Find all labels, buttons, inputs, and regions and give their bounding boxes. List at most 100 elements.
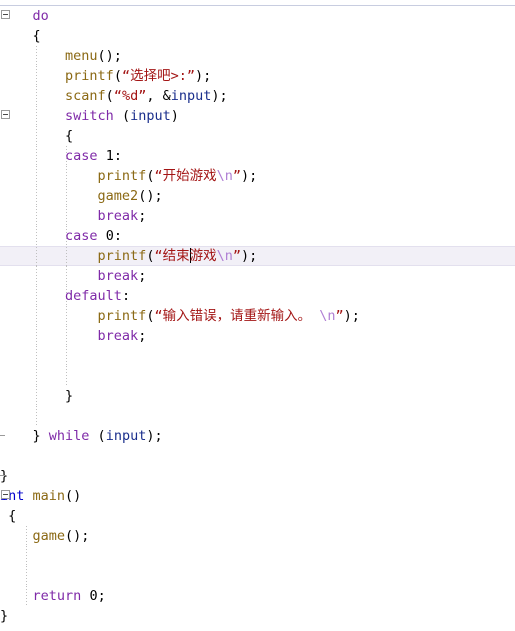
- code-token: }: [0, 388, 74, 404]
- code-line-text: default:: [0, 286, 130, 306]
- code-token: case: [65, 148, 98, 164]
- code-token: input: [170, 88, 212, 104]
- code-line-text: game();: [0, 526, 90, 546]
- fold-end-tick-icon: [0, 475, 5, 476]
- code-line-text: printf(“输入错误，请重新输入。 \n”);: [0, 306, 360, 326]
- code-token: ;: [97, 588, 106, 604]
- code-line[interactable]: {: [0, 26, 515, 46]
- code-token: return: [32, 588, 82, 604]
- code-token: );: [241, 168, 258, 184]
- code-line[interactable]: printf(“结束游戏\n”);: [0, 246, 515, 267]
- code-token: {: [0, 128, 74, 144]
- fold-collapse-icon[interactable]: [1, 110, 10, 119]
- code-token: (: [113, 108, 131, 124]
- code-line[interactable]: printf(“开始游戏\n”);: [0, 166, 515, 186]
- code-editor[interactable]: do { menu(); printf(“选择吧>:”); scanf(“%d”…: [0, 0, 515, 631]
- code-token: ”: [232, 168, 242, 184]
- code-line[interactable]: game();: [0, 526, 515, 546]
- code-token: printf: [97, 308, 147, 324]
- code-line[interactable]: break;: [0, 266, 515, 286]
- code-line[interactable]: {: [0, 126, 515, 146]
- code-line-text: {: [0, 506, 16, 526]
- code-token: (): [65, 488, 82, 504]
- code-token: }: [0, 428, 49, 444]
- code-line[interactable]: [0, 566, 515, 586]
- code-line[interactable]: scanf(“%d”, &input);: [0, 86, 515, 106]
- code-token: break: [97, 268, 139, 284]
- code-token: {: [0, 508, 17, 524]
- code-token: ();: [97, 48, 122, 64]
- indent-guide: [26, 546, 27, 566]
- code-line[interactable]: game2();: [0, 186, 515, 206]
- indent-guide: [36, 346, 37, 366]
- code-text-area[interactable]: do { menu(); printf(“选择吧>:”); scanf(“%d”…: [0, 6, 515, 631]
- code-line[interactable]: [0, 546, 515, 566]
- code-line[interactable]: }: [0, 606, 515, 626]
- code-line[interactable]: }: [0, 466, 515, 486]
- code-token: “结束: [154, 248, 190, 264]
- code-line[interactable]: return 0;: [0, 586, 515, 606]
- code-line[interactable]: } while (input);: [0, 426, 515, 446]
- code-token: :: [121, 288, 131, 304]
- code-token: ”: [232, 248, 242, 264]
- code-line[interactable]: case 0:: [0, 226, 515, 246]
- code-line-text: }: [0, 466, 8, 486]
- code-line[interactable]: int main(): [0, 486, 515, 506]
- code-line[interactable]: [0, 346, 515, 366]
- code-line[interactable]: break;: [0, 326, 515, 346]
- code-line[interactable]: case 1:: [0, 146, 515, 166]
- code-token: \n: [216, 248, 233, 264]
- code-token: ”: [335, 308, 344, 324]
- code-line[interactable]: menu();: [0, 46, 515, 66]
- code-token: (: [113, 68, 122, 84]
- code-line-text: break;: [0, 326, 147, 346]
- code-token: :: [113, 228, 122, 244]
- code-token: :: [113, 148, 122, 164]
- code-token: 0: [105, 228, 114, 244]
- code-line[interactable]: switch (input): [0, 106, 515, 126]
- code-line[interactable]: }: [0, 386, 515, 406]
- code-token: ): [170, 108, 179, 124]
- code-line[interactable]: [0, 446, 515, 466]
- code-line-text: }: [0, 386, 73, 406]
- code-line[interactable]: printf(“选择吧>:”);: [0, 66, 515, 86]
- code-token: scanf: [65, 88, 106, 104]
- indent-guide: [66, 346, 67, 366]
- code-line[interactable]: printf(“输入错误，请重新输入。 \n”);: [0, 306, 515, 326]
- code-token: switch: [65, 108, 114, 124]
- code-token: while: [48, 428, 90, 444]
- code-token: break: [97, 328, 139, 344]
- code-line-text: printf(“结束游戏\n”);: [0, 246, 257, 266]
- indent-guide: [36, 406, 37, 426]
- code-line[interactable]: do: [0, 6, 515, 26]
- code-line[interactable]: default:: [0, 286, 515, 306]
- code-token: input: [105, 428, 147, 444]
- code-line[interactable]: [0, 366, 515, 386]
- code-token: printf: [97, 248, 147, 264]
- code-line-text: game2();: [0, 186, 163, 206]
- code-line[interactable]: break;: [0, 206, 515, 226]
- code-token: }: [0, 608, 9, 624]
- code-token: input: [130, 108, 171, 124]
- fold-collapse-icon[interactable]: [1, 10, 10, 19]
- code-line[interactable]: {: [0, 506, 515, 526]
- code-line[interactable]: [0, 406, 515, 426]
- code-token: ;: [138, 268, 147, 284]
- code-token: break: [97, 208, 139, 224]
- fold-collapse-icon[interactable]: [1, 490, 10, 499]
- code-line-text: {: [0, 26, 41, 46]
- code-token: );: [194, 68, 212, 84]
- code-token: );: [241, 248, 258, 264]
